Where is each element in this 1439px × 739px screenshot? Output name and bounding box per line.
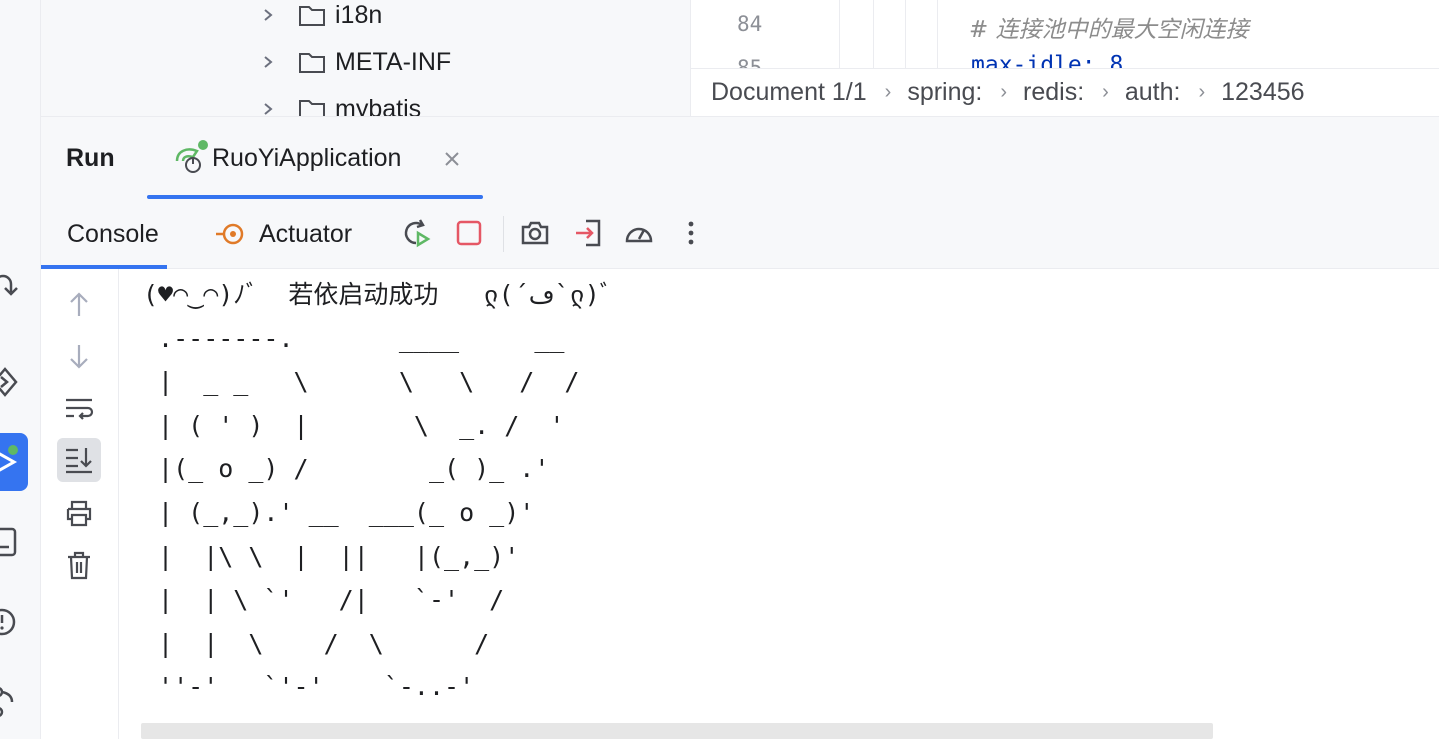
tree-item-label: i18n xyxy=(335,0,383,29)
console-line: | _ _ \ \ \ / / xyxy=(143,367,580,397)
console-line: | (_,_).' __ ___(_ o _)' xyxy=(143,497,535,527)
scroll-up-icon[interactable] xyxy=(61,286,97,322)
console-side-toolbar xyxy=(41,269,119,739)
chevron-right-icon[interactable] xyxy=(261,102,275,116)
line-number: 84 xyxy=(737,12,763,36)
indent-guide xyxy=(905,0,906,68)
spring-boot-icon xyxy=(175,140,208,173)
stop-icon[interactable] xyxy=(453,217,485,249)
breadcrumb-item[interactable]: spring: xyxy=(907,78,982,107)
git-icon[interactable] xyxy=(0,684,22,718)
terminal-icon[interactable] xyxy=(0,525,22,559)
gutter-divider xyxy=(839,0,840,68)
tab-console[interactable]: Console xyxy=(67,220,159,249)
camera-icon[interactable] xyxy=(519,217,551,249)
toolbar-divider xyxy=(503,216,504,252)
services-icon[interactable] xyxy=(0,365,22,399)
console-text: (♥◠‿◠)ﾉﾞ 若依启动成功 ლ(´ڡ`ლ)ﾞ .-------. ____ … xyxy=(143,273,612,709)
breadcrumb-document[interactable]: Document 1/1 xyxy=(711,78,867,107)
exit-icon[interactable] xyxy=(572,217,604,249)
console-toolbar: Console Actuator xyxy=(41,201,1439,269)
run-tool-icon[interactable] xyxy=(0,433,28,491)
folder-icon xyxy=(299,100,325,116)
scroll-down-icon[interactable] xyxy=(61,339,97,375)
folder-icon xyxy=(299,53,325,73)
active-tab-indicator xyxy=(147,195,483,199)
tab-actuator[interactable]: Actuator xyxy=(259,220,352,249)
console-line: | | \ `' /| `-' / xyxy=(143,585,505,615)
breadcrumb: Document 1/1 › spring: › redis: › auth: … xyxy=(691,68,1439,116)
breadcrumb-item[interactable]: redis: xyxy=(1023,78,1084,107)
profiler-gauge-icon[interactable] xyxy=(623,217,655,249)
scroll-to-end-icon[interactable] xyxy=(57,438,101,482)
clear-all-trash-icon[interactable] xyxy=(61,547,97,583)
run-panel-header: Run RuoYiApplication xyxy=(41,116,1439,202)
breadcrumb-item[interactable]: 123456 xyxy=(1221,78,1304,107)
console-line: | ( ' ) | \ _. / ' xyxy=(143,410,565,440)
console-line: | | \ / \ / xyxy=(143,628,490,658)
running-indicator xyxy=(8,445,18,455)
chevron-right-icon[interactable] xyxy=(261,55,275,69)
project-tree: i18n META-INF mybatis xyxy=(41,0,690,116)
tree-item-label: META-INF xyxy=(335,47,452,76)
console-line: |(_ o _) / _( )_ .' xyxy=(143,454,550,484)
run-panel-title: Run xyxy=(66,144,115,172)
tab-run-configuration[interactable]: RuoYiApplication xyxy=(147,117,483,199)
console-line: .-------. ____ __ xyxy=(143,323,565,353)
chevron-right-icon: › xyxy=(1198,81,1206,103)
console-output[interactable]: (♥◠‿◠)ﾉﾞ 若依启动成功 ლ(´ڡ`ლ)ﾞ .-------. ____ … xyxy=(119,269,1439,739)
chevron-right-icon: › xyxy=(1000,81,1008,103)
problems-icon[interactable] xyxy=(0,605,22,639)
close-icon[interactable] xyxy=(444,151,460,167)
horizontal-scrollbar[interactable] xyxy=(141,723,1213,739)
code-editor[interactable]: 84 85 # 连接池中的最大空闲连接 max-idle: 8 Document… xyxy=(690,0,1439,116)
print-icon[interactable] xyxy=(61,495,97,531)
tool-window-strip xyxy=(0,0,41,739)
tree-item-label: mybatis xyxy=(335,94,422,117)
tab-label: RuoYiApplication xyxy=(212,144,402,172)
breadcrumb-item[interactable]: auth: xyxy=(1125,78,1181,107)
more-options-icon[interactable] xyxy=(675,217,707,249)
folder-icon xyxy=(299,6,325,26)
chevron-right-icon: › xyxy=(884,81,892,103)
chevron-right-icon: › xyxy=(1102,81,1109,103)
soft-wrap-icon[interactable] xyxy=(61,391,97,427)
console-line: (♥◠‿◠)ﾉﾞ 若依启动成功 ლ(´ڡ`ლ)ﾞ xyxy=(143,280,613,309)
console-line: ''-' `'-' `-..-' xyxy=(143,672,475,702)
actuator-icon xyxy=(216,223,244,245)
chevron-right-icon[interactable] xyxy=(261,8,275,22)
indent-guide xyxy=(873,0,874,68)
indent-guide xyxy=(937,0,938,68)
pull-requests-icon[interactable] xyxy=(0,272,22,306)
console-line: | |\ \ | || |(_,_)' xyxy=(143,541,520,571)
code-comment: # 连接池中的最大空闲连接 xyxy=(969,17,1249,43)
rerun-icon[interactable] xyxy=(400,217,432,249)
